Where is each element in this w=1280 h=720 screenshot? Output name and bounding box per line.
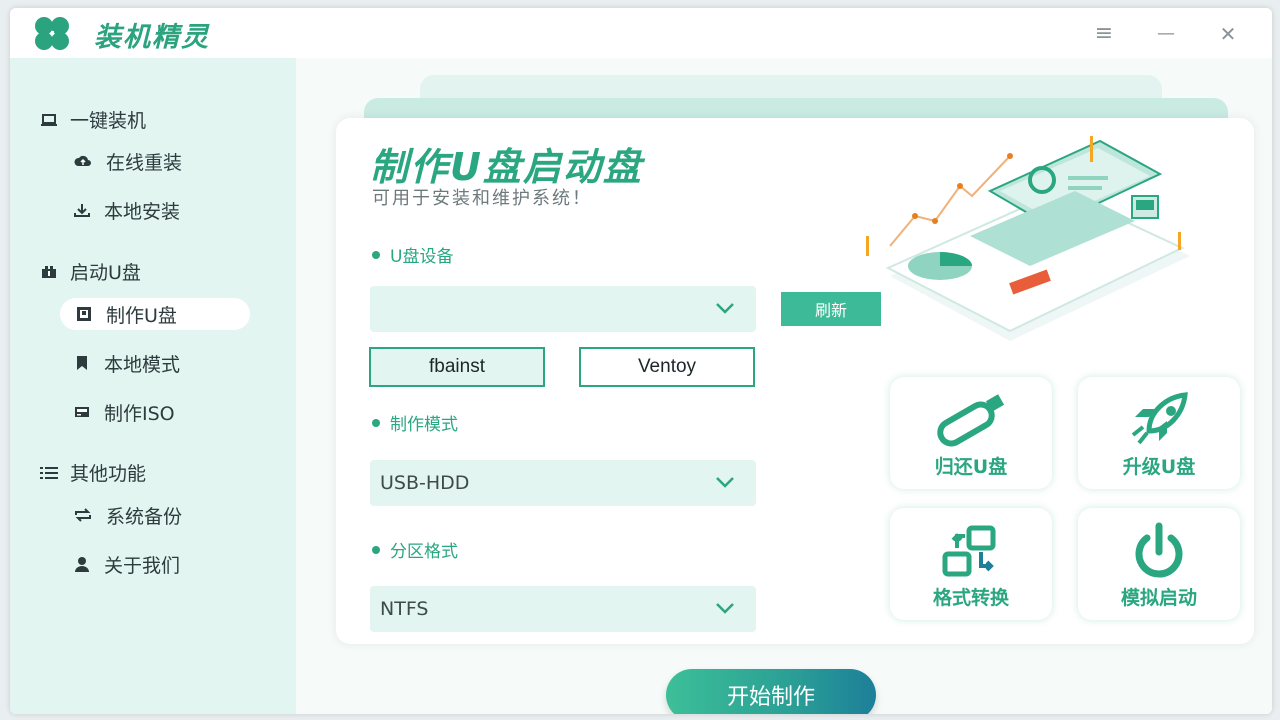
sidebar: 一键装机 在线重装 本地安装 启动U盘 制作U盘 本地模式 制作ISO 其他功能…	[10, 58, 296, 714]
sidebar-group-label: 其他功能	[70, 463, 147, 485]
simulate-boot-tile[interactable]: 模拟启动	[1078, 508, 1240, 620]
cloud-icon	[74, 155, 91, 166]
sidebar-item-online-reinstall[interactable]: 在线重装	[74, 145, 182, 177]
download-icon	[74, 204, 90, 217]
refresh-button[interactable]: 刷新	[781, 292, 881, 326]
usb-device-select[interactable]	[370, 286, 756, 332]
menu-button[interactable]: ≡	[1090, 20, 1118, 48]
minimize-button[interactable]: —	[1152, 20, 1180, 48]
mode-label-text: 制作模式	[390, 415, 458, 435]
page-title: 制作U盘启动盘	[370, 145, 643, 189]
partition-label: 分区格式	[372, 537, 458, 562]
return-usb-label: 归还U盘	[934, 456, 1008, 478]
sidebar-item-system-backup[interactable]: 系统备份	[74, 499, 182, 531]
bullet-dot	[372, 418, 380, 427]
sidebar-item-local-mode[interactable]: 本地模式	[74, 347, 180, 379]
sidebar-item-label: 制作U盘	[106, 304, 177, 327]
laptop-illustration-icon	[866, 136, 1190, 341]
bookmark-icon	[77, 356, 87, 370]
sidebar-group-usb-boot[interactable]: 启动U盘	[40, 258, 141, 285]
bullet-dot	[372, 250, 380, 259]
main-panel: 制作U盘启动盘 可用于安装和维护系统！ U盘设备 刷新 fbainst Vent…	[296, 58, 1272, 714]
sync-icon	[75, 508, 91, 522]
title-bar: 装机精灵 ≡ — ✕	[10, 8, 1272, 58]
convert-icon	[942, 525, 996, 577]
usb-drive-icon	[42, 265, 56, 278]
sidebar-group-other[interactable]: 其他功能	[40, 459, 146, 486]
partition-value: NTFS	[380, 598, 429, 620]
sidebar-item-label: 制作ISO	[104, 402, 175, 425]
sidebar-group-label: 启动U盘	[70, 262, 141, 284]
usb-device-label-text: U盘设备	[390, 247, 454, 267]
app-title: 装机精灵	[94, 22, 210, 53]
upgrade-usb-tile[interactable]: 升级U盘	[1078, 377, 1240, 489]
chevron-down-icon	[716, 477, 734, 488]
rocket-icon	[1131, 392, 1188, 445]
clover-logo-icon	[35, 17, 69, 50]
chevron-down-icon	[716, 303, 734, 314]
sidebar-item-label: 本地安装	[104, 200, 181, 223]
disc-drive-icon	[75, 407, 89, 417]
list-icon	[40, 466, 58, 479]
format-convert-tile[interactable]: 格式转换	[890, 508, 1052, 620]
sidebar-item-label: 关于我们	[104, 554, 181, 577]
sidebar-item-label: 系统备份	[106, 505, 183, 528]
format-convert-label: 格式转换	[932, 587, 1009, 609]
laptop-icon	[41, 113, 57, 126]
partition-select[interactable]: NTFS	[370, 586, 756, 632]
sidebar-group-install[interactable]: 一键装机	[40, 106, 146, 133]
app-window: 装机精灵 ≡ — ✕ 一键装机 在线重装 本地安装 启动U盘 制作U盘 本地模式…	[10, 8, 1272, 714]
user-icon	[75, 557, 89, 572]
mode-value: USB-HDD	[380, 472, 470, 494]
power-icon	[1135, 522, 1183, 578]
fbainst-button[interactable]: fbainst	[369, 347, 545, 387]
upgrade-usb-label: 升级U盘	[1122, 456, 1196, 478]
sidebar-item-local-install[interactable]: 本地安装	[74, 194, 180, 226]
usb-stick-icon	[937, 394, 1005, 447]
sidebar-item-about-us[interactable]: 关于我们	[74, 548, 180, 580]
bullet-dot	[372, 545, 380, 554]
usb-device-label: U盘设备	[372, 242, 453, 267]
mode-select[interactable]: USB-HDD	[370, 460, 756, 506]
sidebar-item-label: 在线重装	[106, 151, 183, 174]
sidebar-item-make-iso[interactable]: 制作ISO	[74, 396, 175, 428]
close-button[interactable]: ✕	[1214, 20, 1242, 48]
start-make-button[interactable]: 开始制作	[666, 669, 876, 714]
mode-label: 制作模式	[372, 410, 458, 435]
sidebar-group-label: 一键装机	[70, 110, 147, 132]
simulate-boot-label: 模拟启动	[1120, 587, 1197, 609]
partition-label-text: 分区格式	[390, 542, 458, 562]
return-usb-tile[interactable]: 归还U盘	[890, 377, 1052, 489]
chevron-down-icon	[716, 603, 734, 614]
sidebar-item-label: 本地模式	[104, 353, 181, 376]
make-usb-card: 制作U盘启动盘 可用于安装和维护系统！ U盘设备 刷新 fbainst Vent…	[336, 118, 1254, 644]
ventoy-button[interactable]: Ventoy	[579, 347, 755, 387]
sidebar-item-make-usb[interactable]: 制作U盘	[60, 298, 250, 330]
square-icon	[77, 307, 91, 321]
page-subtitle: 可用于安装和维护系统！	[372, 188, 592, 209]
